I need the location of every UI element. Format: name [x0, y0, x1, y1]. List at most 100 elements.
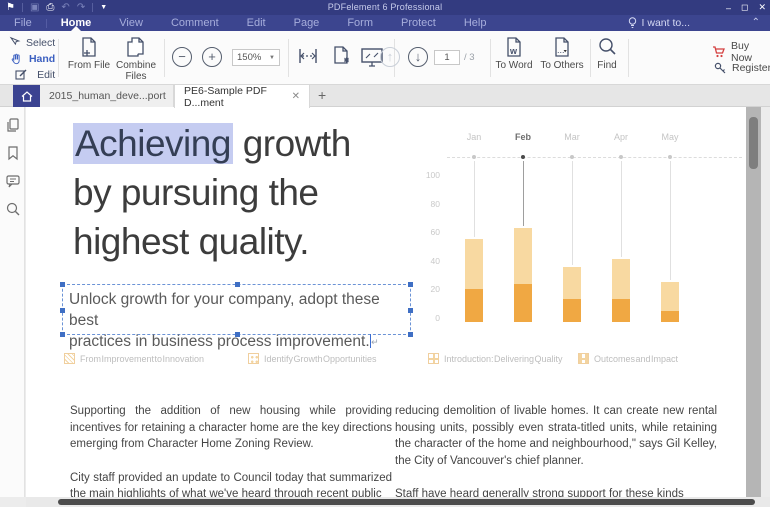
comments-icon[interactable]	[5, 173, 21, 189]
bookmarks-icon[interactable]	[5, 145, 21, 161]
menu-protect[interactable]: Protect	[387, 15, 450, 31]
lightbulb-icon	[628, 17, 637, 29]
from-file-button[interactable]: From File	[66, 36, 112, 71]
page-thumbnails-icon[interactable]	[5, 117, 21, 133]
horizontal-scrollbar-thumb[interactable]	[58, 499, 755, 505]
to-others-button[interactable]: ... To Others	[538, 36, 586, 71]
chart-y-tick: 40	[418, 256, 440, 266]
document-tab[interactable]: 2015_human_deve...port ✕	[40, 85, 174, 107]
dots-grid-icon	[248, 353, 259, 364]
heading-line-3: highest quality.	[73, 217, 351, 266]
to-word-icon: w	[504, 36, 524, 60]
menu-form[interactable]: Form	[333, 15, 387, 31]
page-number-input[interactable]	[434, 50, 460, 65]
selected-text[interactable]: Achieving	[73, 123, 233, 164]
resize-handle[interactable]	[408, 282, 413, 287]
chart-marker-dot	[668, 155, 672, 159]
resize-handle[interactable]	[408, 308, 413, 313]
menu-edit[interactable]: Edit	[233, 15, 280, 31]
new-tab-button[interactable]: +	[318, 87, 326, 103]
pdfelement-window: ⚑ ▣ ⎙ ↶ ↷ ▼ PDFelement 6 Professional – …	[0, 0, 770, 507]
chart-marker-dot	[472, 155, 476, 159]
resize-handle[interactable]	[235, 282, 240, 287]
paragraph: reducing demolition of livable homes. It…	[395, 403, 717, 469]
chart-category-label: Feb	[508, 132, 538, 142]
find-button[interactable]: Find	[592, 36, 622, 71]
chart-bar-dark-segment	[661, 311, 679, 322]
page-count-label: / 3	[464, 52, 475, 63]
combine-files-button[interactable]: Combine Files	[112, 36, 160, 82]
resize-handle[interactable]	[60, 308, 65, 313]
maximize-button[interactable]: ◻	[741, 2, 748, 13]
resize-handle[interactable]	[60, 282, 65, 287]
pdf-page[interactable]: Achieving growth by pursuing the highest…	[26, 107, 746, 497]
menu-page[interactable]: Page	[280, 15, 334, 31]
buy-now-button[interactable]: Buy Now	[712, 40, 770, 64]
chart-category-label: May	[655, 132, 685, 142]
chart-marker-dot	[521, 155, 525, 159]
i-want-to-button[interactable]: I want to...	[628, 15, 690, 31]
next-page-button[interactable]: ↓	[408, 47, 428, 67]
zoom-level-select[interactable]: 150% ▼	[232, 49, 280, 66]
svg-text:w: w	[509, 46, 518, 56]
ribbon-toolbar: Select Hand Edit	[0, 31, 770, 85]
horizontal-scrollbar[interactable]	[26, 497, 770, 507]
register-button[interactable]: Register	[714, 62, 770, 74]
close-button[interactable]: ✕	[758, 2, 766, 13]
divider	[490, 39, 491, 77]
fit-width-icon	[297, 45, 319, 67]
navigation-sidebar	[0, 107, 25, 497]
minimize-button[interactable]: –	[726, 3, 731, 13]
paragraph: City staff provided an update to Council…	[70, 470, 392, 498]
body-column-left: Supporting the addition of new housing w…	[70, 403, 392, 497]
divider	[58, 39, 59, 77]
hand-tool-button[interactable]: Hand	[9, 51, 55, 66]
h-blocks-icon	[578, 353, 589, 364]
close-tab-icon[interactable]: ✕	[292, 91, 300, 102]
chart-category-label: Apr	[606, 132, 636, 142]
paragraph-return-mark: ↵	[371, 337, 379, 347]
search-icon[interactable]	[5, 201, 21, 217]
chart-drop-line	[670, 161, 671, 280]
vertical-scrollbar[interactable]	[746, 107, 761, 497]
divider	[288, 39, 289, 77]
chart-category-label: Jan	[459, 132, 489, 142]
menu-help[interactable]: Help	[450, 15, 501, 31]
collapse-ribbon-chevron-icon[interactable]: ⌃	[752, 17, 760, 28]
home-tab[interactable]	[13, 85, 40, 107]
select-tool-button[interactable]: Select	[9, 35, 55, 50]
menu-bar: File Home View Comment Edit Page Form Pr…	[0, 15, 770, 31]
resize-handle[interactable]	[60, 332, 65, 337]
vertical-scrollbar-thumb[interactable]	[749, 117, 758, 169]
document-tab-active[interactable]: PE6-Sample PDF D...ment ✕	[174, 85, 310, 108]
chart-bar-dark-segment	[465, 289, 483, 322]
select-cursor-icon	[9, 37, 21, 49]
menu-file[interactable]: File	[0, 15, 46, 31]
zoom-in-button[interactable]: +	[202, 47, 222, 67]
chart-marker-dot	[619, 155, 623, 159]
resize-handle[interactable]	[235, 332, 240, 337]
fit-width-button[interactable]	[297, 45, 319, 67]
cart-icon	[712, 46, 725, 58]
chart-marker-dot	[570, 155, 574, 159]
home-icon	[21, 91, 33, 102]
key-icon	[714, 62, 726, 74]
divider	[590, 39, 591, 77]
menu-view[interactable]: View	[105, 15, 157, 31]
feature-item: Identify Growth Opportunities	[248, 353, 377, 364]
new-from-file-icon	[79, 36, 99, 60]
stripes-icon	[64, 353, 75, 364]
chart-drop-line	[621, 161, 622, 257]
previous-page-button[interactable]: ↑	[380, 47, 400, 67]
svg-text:...: ...	[557, 45, 565, 55]
to-word-button[interactable]: w To Word	[492, 36, 536, 71]
edit-tool-button[interactable]: Edit	[9, 67, 55, 82]
chart-category-label: Mar	[557, 132, 587, 142]
resize-handle[interactable]	[408, 332, 413, 337]
to-others-icon: ...	[552, 36, 572, 60]
menu-comment[interactable]: Comment	[157, 15, 233, 31]
fit-page-button[interactable]	[330, 45, 352, 67]
zoom-out-button[interactable]: −	[172, 47, 192, 67]
feature-row: From Improvement to Innovation Identify …	[26, 353, 746, 369]
editable-text-box[interactable]: Unlock growth for your company, adopt th…	[62, 284, 411, 335]
